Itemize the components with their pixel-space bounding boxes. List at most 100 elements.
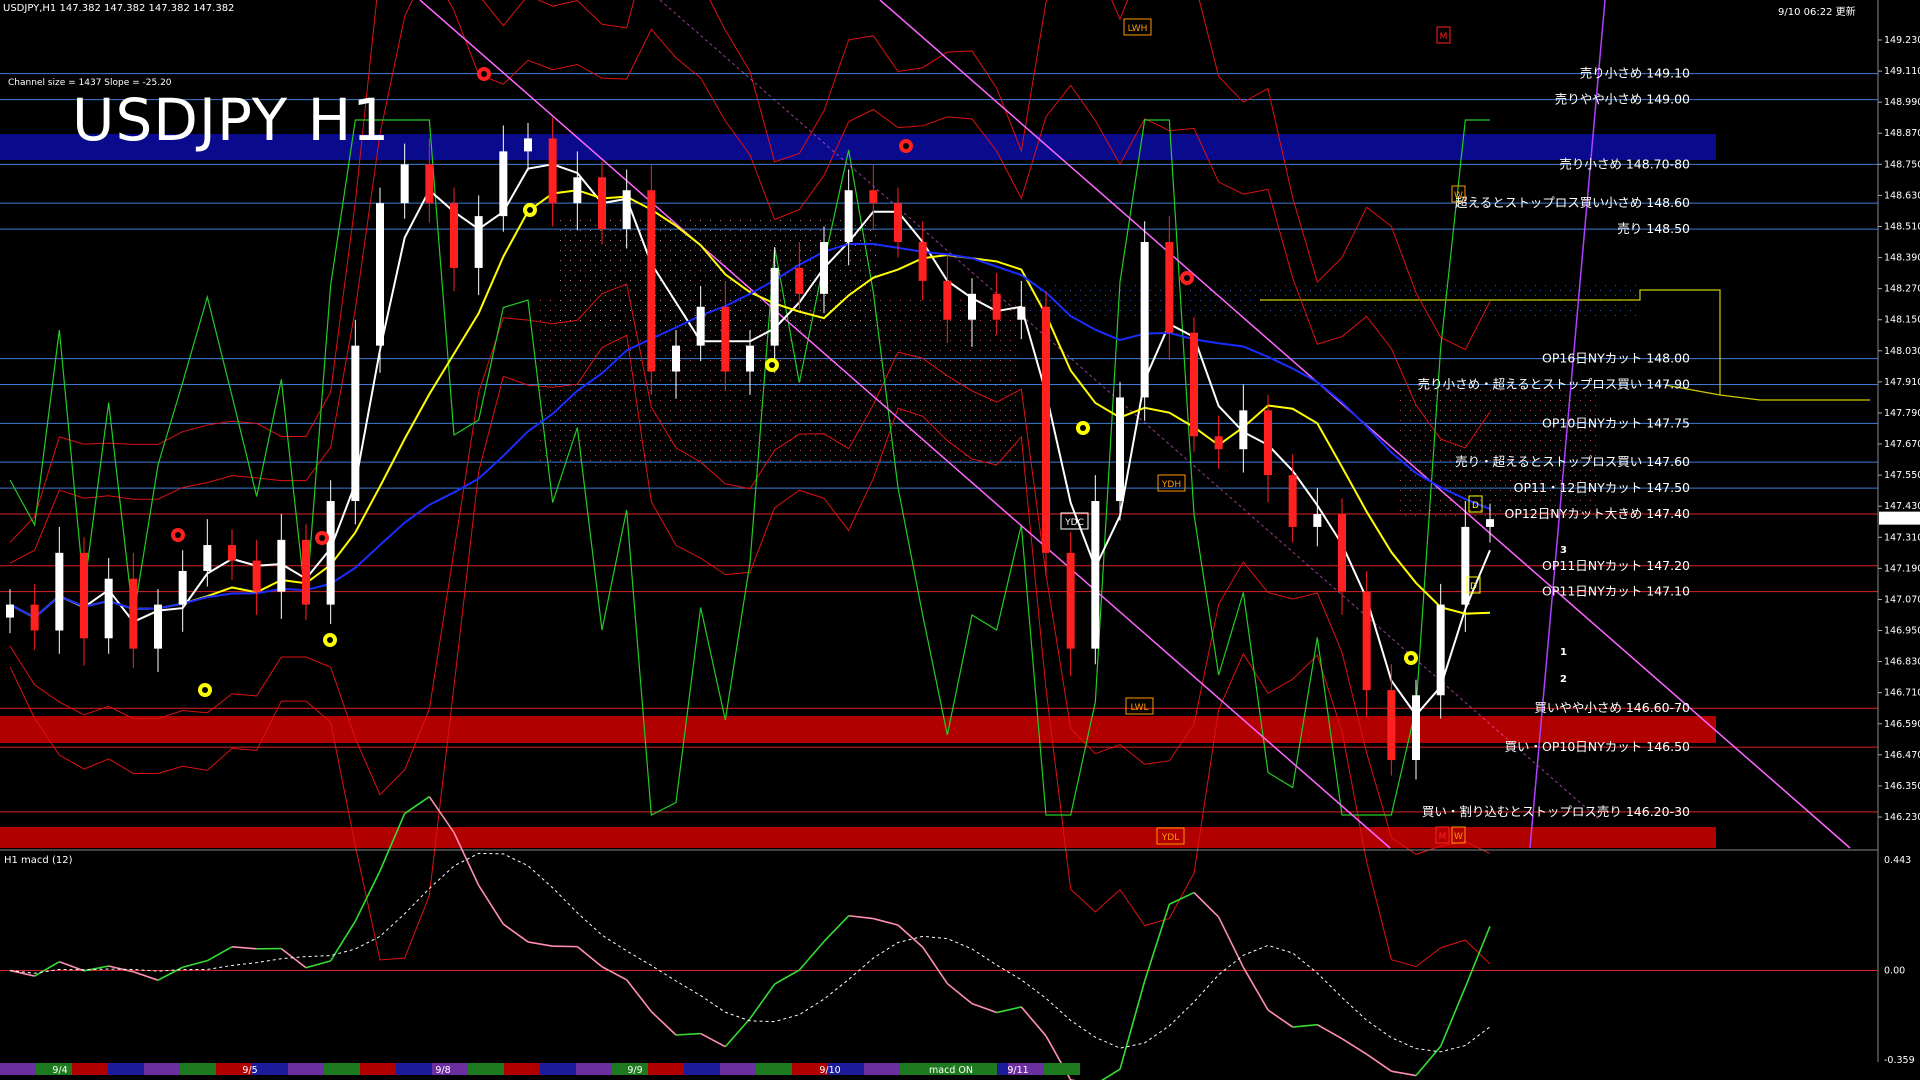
level-label: OP11日NYカット 147.10 (1542, 584, 1690, 599)
y-tick-label: 148.150 (1884, 315, 1920, 326)
session-bar-segment (360, 1063, 396, 1075)
candle-body (1091, 501, 1100, 649)
session-bar-segment (684, 1063, 720, 1075)
candle-body (746, 345, 754, 372)
candle-body (869, 190, 878, 204)
y-tick-label: 146.470 (1884, 750, 1920, 761)
session-bar-segment (468, 1063, 504, 1075)
candle-body (55, 552, 64, 631)
level-label: 超えるとストップロス買い小さめ 148.60 (1455, 195, 1690, 210)
y-tick-label: 148.630 (1884, 190, 1920, 201)
candle-body (203, 545, 212, 571)
level-label: OP10日NYカット 147.75 (1542, 415, 1690, 430)
session-bar-segment (576, 1063, 612, 1075)
updated-time: 9/10 06:22 更新 (1778, 7, 1856, 18)
candle-body (622, 190, 631, 230)
candle-body (1486, 519, 1494, 527)
price-chart[interactable]: LWHMWYDCYDHLWLYDLDDM W 売り小さめ 149.10売りやや小さ… (0, 0, 1920, 1080)
badge-label: W (1454, 832, 1463, 842)
session-bar-segment (144, 1063, 180, 1075)
candle-body (1042, 306, 1050, 553)
session-bar-segment (72, 1063, 108, 1075)
candle-body (1362, 591, 1371, 691)
y-tick-label: 146.230 (1884, 812, 1920, 823)
y-tick-label: 147.190 (1884, 563, 1920, 574)
candle-body (376, 203, 384, 346)
candle-body (450, 203, 458, 268)
y-tick-label: 146.590 (1884, 719, 1920, 730)
candle-body (1165, 242, 1174, 333)
candle-body (351, 345, 360, 502)
wave-label: 3 (1560, 545, 1567, 556)
candle-body (992, 293, 1001, 320)
candle-body (228, 545, 236, 561)
candle-body (302, 539, 310, 605)
y-tick-label: 146.830 (1884, 657, 1920, 668)
candle-body (548, 138, 557, 204)
candle-body (1436, 604, 1445, 696)
candle-body (943, 280, 952, 320)
session-bar-segment (504, 1063, 540, 1075)
badge-label: LWH (1128, 24, 1148, 34)
date-label: 9/9 (627, 1065, 642, 1076)
current-price-label: 147.382 (1881, 514, 1920, 525)
session-bar-segment (864, 1063, 900, 1075)
session-bar-segment (756, 1063, 792, 1075)
level-label: 売り・超えるとストップロス買い 147.60 (1455, 454, 1690, 469)
level-label: 買いやや小さめ 146.60-70 (1534, 700, 1690, 715)
candle-body (129, 578, 138, 649)
session-bar-segment (324, 1063, 360, 1075)
candle-body (820, 242, 828, 294)
y-tick-label: 148.990 (1884, 97, 1920, 108)
level-label: 売り小さめ 148.70-80 (1559, 156, 1690, 171)
candle-body (1116, 397, 1124, 502)
candle-body (1190, 332, 1198, 437)
macd-tick-label: 0.00 (1884, 965, 1905, 976)
y-tick-label: 146.950 (1884, 626, 1920, 637)
candle-body (1066, 552, 1075, 649)
candle-body (104, 578, 113, 639)
candle-body (154, 604, 162, 649)
level-label: OP11・12日NYカット 147.50 (1514, 480, 1690, 495)
date-label: 9/10 (819, 1065, 840, 1076)
candle-body (524, 138, 532, 152)
session-bar-segment (396, 1063, 432, 1075)
y-tick-label: 148.270 (1884, 284, 1920, 295)
date-label: 9/11 (1007, 1065, 1028, 1076)
y-tick-label: 147.310 (1884, 532, 1920, 543)
candle-body (400, 164, 409, 204)
candle-body (1288, 475, 1297, 527)
session-bar-segment (288, 1063, 324, 1075)
wave-label: 2 (1560, 674, 1567, 685)
y-tick-label: 148.030 (1884, 346, 1920, 357)
candle-body (80, 552, 88, 639)
candle-body (425, 164, 434, 204)
session-bar-segment (1044, 1063, 1080, 1075)
date-label: 9/5 (242, 1065, 257, 1076)
y-tick-label: 147.430 (1884, 501, 1920, 512)
session-bar-segment (540, 1063, 576, 1075)
candle-body (1313, 513, 1322, 527)
candle-body (918, 242, 927, 281)
badge-label: D (1472, 501, 1479, 511)
candle-body (1387, 690, 1396, 761)
y-tick-label: 146.350 (1884, 781, 1920, 792)
candle-body (277, 539, 286, 592)
badge-label: YDH (1161, 480, 1181, 490)
symbol-info: USDJPY,H1 147.382 147.382 147.382 147.38… (3, 3, 235, 14)
candle-body (30, 604, 39, 631)
y-tick-label: 148.750 (1884, 159, 1920, 170)
y-tick-label: 147.910 (1884, 377, 1920, 388)
session-bar-segment (180, 1063, 216, 1075)
badge-label: D (1470, 582, 1477, 592)
y-tick-label: 147.070 (1884, 594, 1920, 605)
level-label: 買い・割り込むとストップロス売り 146.20-30 (1422, 804, 1690, 819)
candle-body (1140, 242, 1149, 398)
date-label: 9/4 (52, 1065, 67, 1076)
macd-tick-label: 0.443 (1884, 855, 1911, 866)
buy-zone-146-60-70 (0, 716, 1716, 743)
candle-body (6, 604, 14, 618)
level-label: 売りやや小さめ 149.00 (1555, 92, 1690, 107)
session-bar-segment (720, 1063, 756, 1075)
macd-tick-label: -0.359 (1884, 1055, 1915, 1066)
